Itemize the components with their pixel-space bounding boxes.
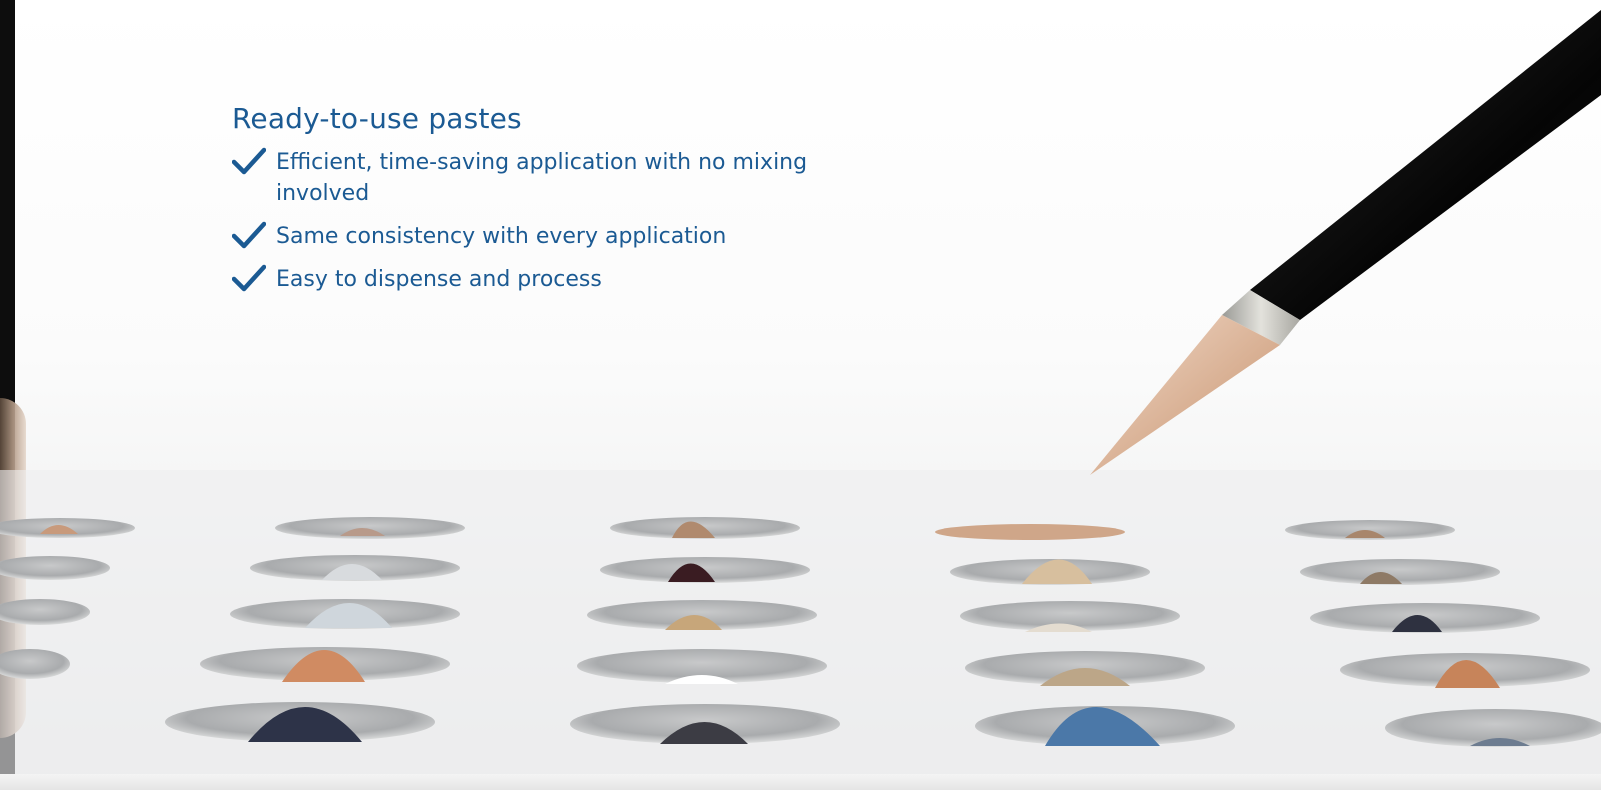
hero-banner: Ready-to-use pastes Efficient, time-savi… — [0, 0, 1601, 790]
benefit-text: Efficient, time-saving application with … — [276, 150, 808, 206]
feature-copy: Ready-to-use pastes Efficient, time-savi… — [232, 102, 832, 307]
benefit-text: Same consistency with every application — [276, 224, 727, 249]
benefit-item: Same consistency with every application — [232, 221, 832, 252]
benefit-list: Efficient, time-saving application with … — [232, 147, 832, 295]
bottom-edge-band — [0, 774, 1601, 790]
benefit-text: Easy to dispense and process — [276, 267, 602, 292]
checkmark-icon — [232, 264, 266, 292]
paint-brush — [1090, 10, 1601, 475]
headline: Ready-to-use pastes — [232, 102, 522, 135]
benefit-item: Efficient, time-saving application with … — [232, 147, 832, 209]
checkmark-icon — [232, 221, 266, 249]
checkmark-icon — [232, 147, 266, 175]
benefit-item: Easy to dispense and process — [232, 264, 832, 295]
